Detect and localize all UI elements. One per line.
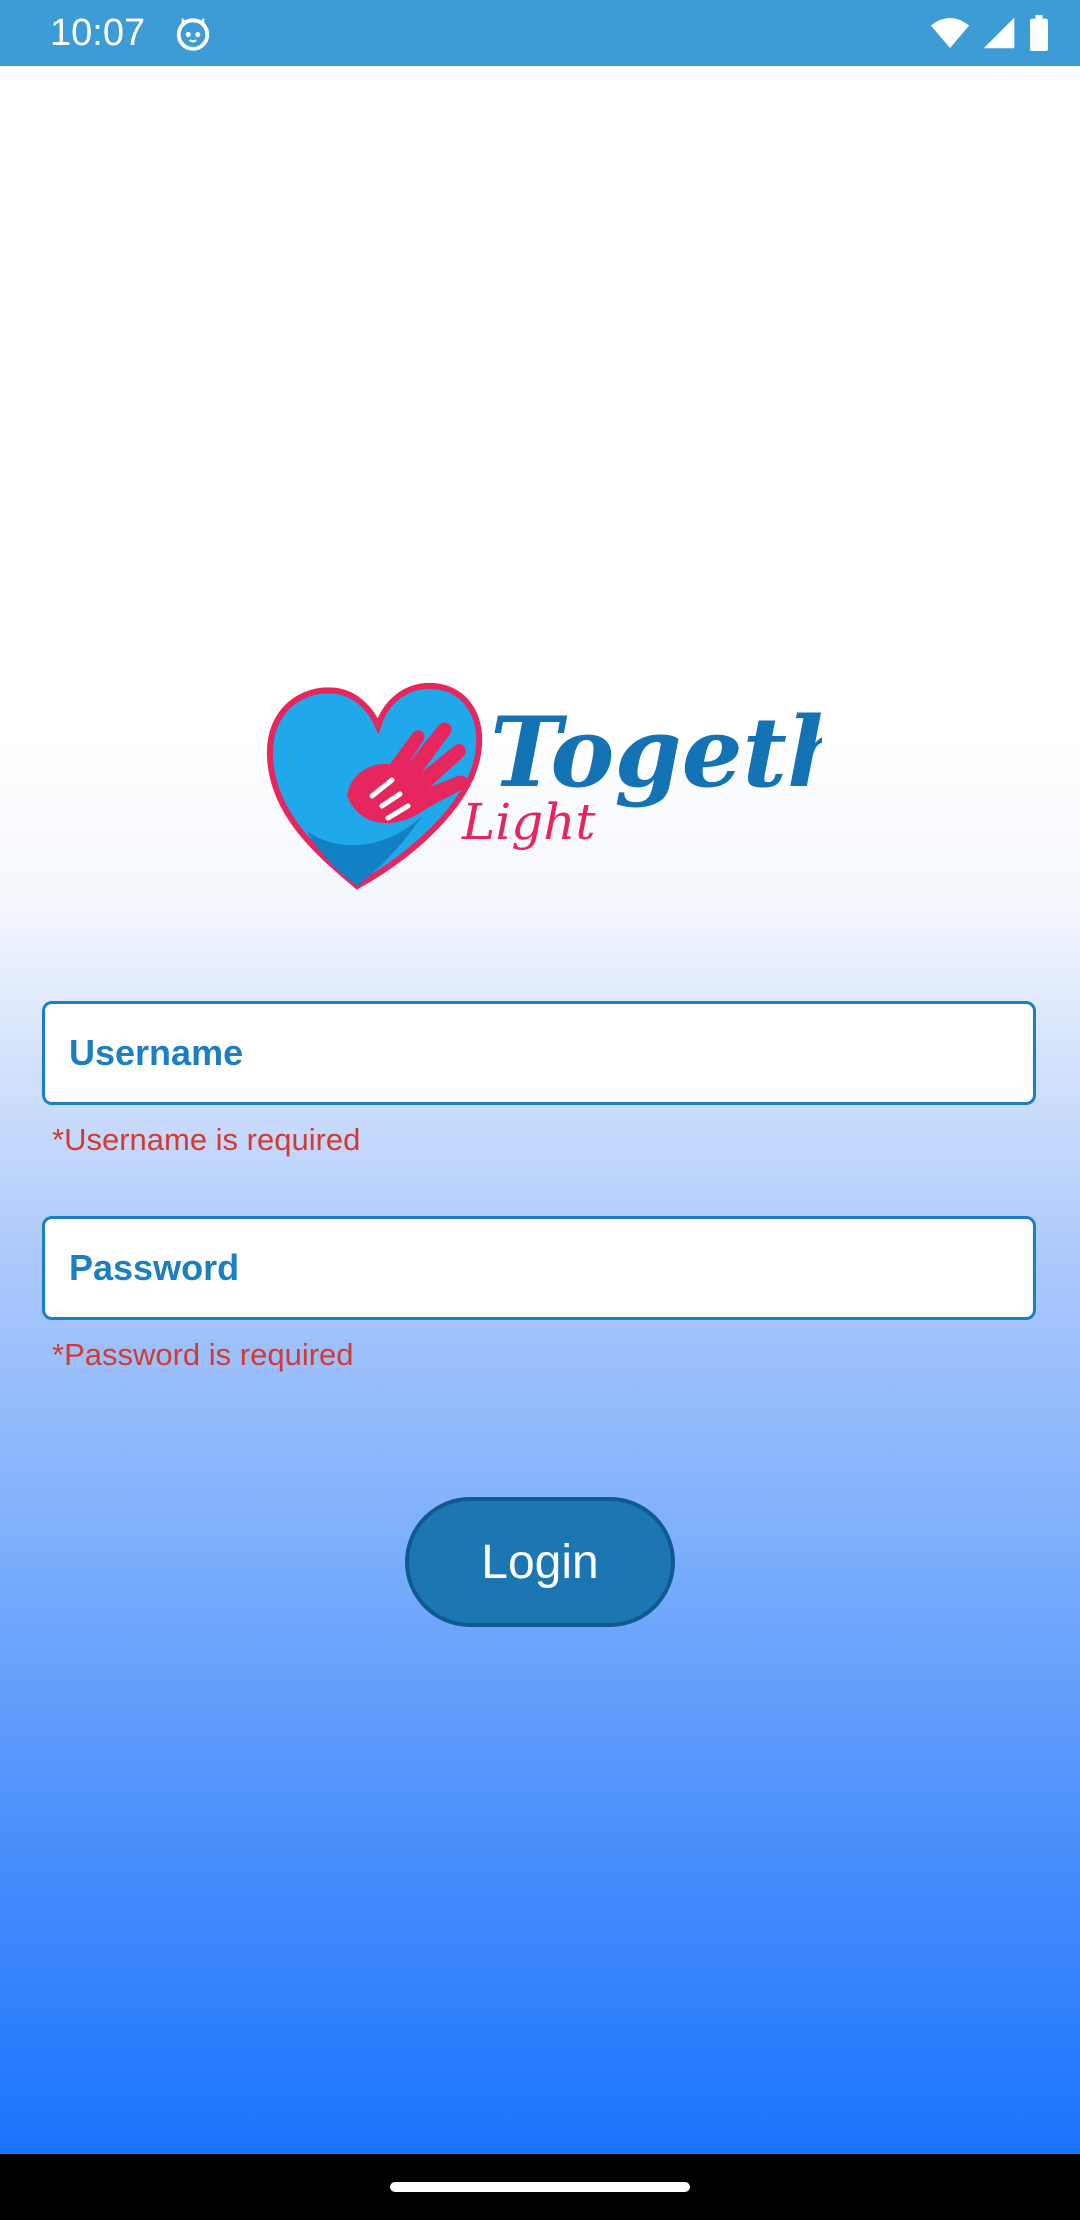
heart-hand-icon xyxy=(266,682,483,890)
username-placeholder: Username xyxy=(69,1032,244,1073)
login-screen: Together Light Username *Username is req… xyxy=(0,66,1080,2154)
navigation-bar xyxy=(0,2154,1080,2220)
cell-signal-icon xyxy=(983,17,1015,49)
home-indicator[interactable] xyxy=(390,2182,690,2192)
username-field[interactable]: Username xyxy=(42,1001,1036,1105)
wifi-icon xyxy=(930,18,970,48)
password-placeholder: Password xyxy=(69,1247,240,1288)
status-bar: 10:07 xyxy=(0,0,1080,66)
password-error: *Password is required xyxy=(52,1337,354,1372)
username-error: *Username is required xyxy=(52,1122,361,1157)
password-field[interactable]: Password xyxy=(42,1216,1036,1320)
cat-face-icon xyxy=(176,17,210,51)
status-time: 10:07 xyxy=(50,12,146,54)
app-logo: Together Light xyxy=(266,682,822,890)
battery-icon xyxy=(1030,15,1048,51)
status-icons xyxy=(930,14,1050,52)
logo-sub-wordmark: Light xyxy=(461,793,596,851)
login-button[interactable]: Login xyxy=(405,1497,675,1627)
